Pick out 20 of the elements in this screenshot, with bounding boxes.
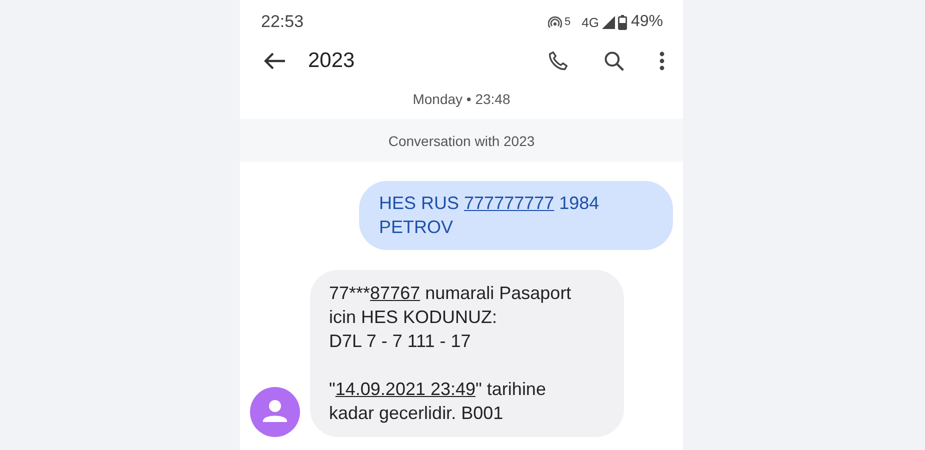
link[interactable]: 87767 [370, 283, 420, 303]
battery-icon [618, 14, 627, 30]
link[interactable]: 777777777 [464, 193, 554, 213]
avatar-icon[interactable] [250, 387, 300, 437]
network-label: 4G [582, 14, 599, 30]
search-icon [603, 50, 625, 72]
conversation-banner: Conversation with 2023 [240, 119, 683, 162]
hotspot-label: 5 [564, 16, 571, 28]
battery-level: 49% [630, 13, 663, 31]
link[interactable]: 14.09.2021 23:49 [335, 379, 476, 399]
signal-icon [602, 16, 615, 28]
status-time: 22:53 [261, 12, 304, 32]
received-message: 77***87767 numarali Pasaport icin HES KODUNUZ: D7L 7 - 7 111 - 17 "14.09.2021 23:49" tarihine kadar gecerlidir. B001 [310, 270, 624, 437]
date-label: Monday • 23:48 [412, 91, 510, 107]
conversation-title: 2023 [308, 49, 356, 73]
back-arrow-icon [264, 52, 286, 70]
phone-icon [547, 50, 569, 72]
hotspot-icon [548, 16, 562, 28]
more-icon [659, 51, 665, 71]
sent-message: HES RUS 777777777 1984 PETROV [359, 181, 673, 250]
